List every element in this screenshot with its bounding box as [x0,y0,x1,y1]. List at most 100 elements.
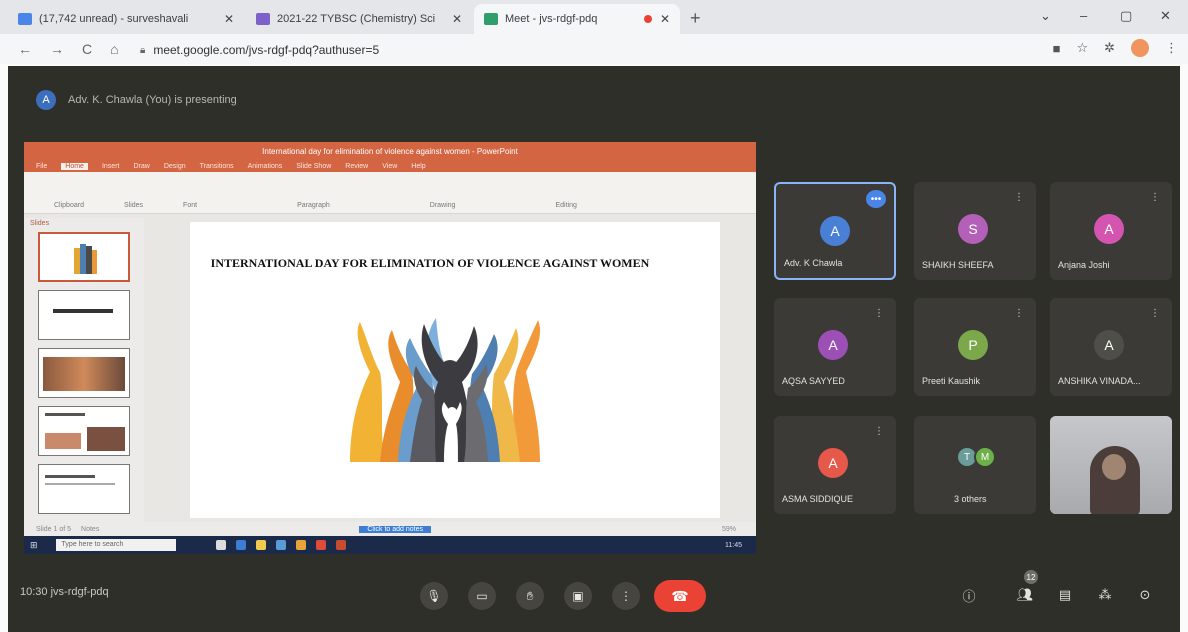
menu-item[interactable]: Transitions [200,163,234,170]
menu-item[interactable]: File [36,163,47,170]
tile-menu-icon[interactable]: ⋮ [1014,192,1024,203]
taskbar-search[interactable]: Type here to search [55,539,176,551]
back-icon[interactable]: ← [18,41,32,57]
powerpoint-icon[interactable] [335,540,346,550]
profile-avatar[interactable] [1131,39,1149,57]
tab-title: (17,742 unread) - surveshavali [39,13,189,25]
present-button[interactable]: ▣ [564,582,592,610]
app-icon[interactable] [295,540,306,550]
chrome-icon[interactable] [315,540,326,550]
menu-item[interactable]: Insert [102,163,120,170]
home-icon[interactable]: ⌂ [110,41,118,57]
star-icon[interactable]: ☆ [1076,40,1088,56]
taskview-icon[interactable] [215,540,226,550]
forward-icon[interactable]: → [50,41,64,57]
slide-thumb[interactable] [38,290,130,340]
participant-tile[interactable]: ⋮ A ASMA SIDDIQUE [774,416,896,514]
more-options-badge[interactable]: ••• [866,190,886,208]
camera-button[interactable]: ▭ [468,582,496,610]
ppt-status-bar: Slide 1 of 5 Notes Click to add notes 59… [24,522,756,536]
camera-icon: ▭ [476,589,488,603]
chat-button[interactable]: ▤ [1054,584,1076,606]
lock-person-icon: ⊙ [1139,587,1151,602]
tab-classroom[interactable]: 2021-22 TYBSC (Chemistry) Sci ✕ [246,4,472,34]
more-menu-icon[interactable]: ⋮ [1165,40,1178,56]
tile-menu-icon[interactable]: ⋮ [1014,308,1024,319]
others-tile[interactable]: T M 3 others [914,416,1036,514]
hand-icon: ✋︎ [526,588,534,603]
store-icon[interactable] [275,540,286,550]
camera-indicator-icon[interactable]: ■ [1053,41,1061,56]
avatar: A [1094,214,1124,244]
self-video-tile[interactable] [1050,416,1172,514]
ppt-title-bar: International day for elimination of vio… [24,142,756,160]
end-call-button[interactable]: ☎︎ [654,580,706,612]
address-bar: ← → C ⌂ 🔒︎ meet.google.com/jvs-rdgf-pdq?… [0,34,1188,64]
new-tab-button[interactable]: + [690,8,701,29]
microphone-icon: 🎙︎ [426,589,442,603]
participant-name: AQSA SAYYED [782,376,845,386]
edge-icon[interactable] [235,540,246,550]
notes-label[interactable]: Notes [81,526,99,533]
shared-screen[interactable]: International day for elimination of vio… [24,142,756,554]
taskbar-clock: 11:45 [725,541,742,549]
notes-placeholder[interactable]: Click to add notes [359,525,431,533]
meet-stage: A Adv. K. Chawla (You) is presenting Int… [8,66,1180,632]
avatar: A [820,216,850,246]
tab-meet[interactable]: Meet - jvs-rdgf-pdq ✕ [474,4,680,34]
close-tab-icon[interactable]: ✕ [660,12,670,26]
slide-thumb[interactable] [38,232,130,282]
menu-item[interactable]: Animations [248,163,283,170]
maximize-button[interactable]: ▢ [1120,8,1132,24]
folder-icon[interactable] [255,540,266,550]
participant-tile[interactable]: ⋮ A ANSHIKA VINADA... [1050,298,1172,396]
close-tab-icon[interactable]: ✕ [452,12,462,26]
slide-thumb[interactable] [38,406,130,456]
microphone-button[interactable]: 🎙︎ [420,582,448,610]
current-slide: INTERNATIONAL DAY FOR ELIMINATION OF VIO… [190,222,720,518]
ribbon-group: Clipboard [54,202,84,209]
participant-tile[interactable]: ⋮ P Preeti Kaushik [914,298,1036,396]
slide-thumb[interactable] [38,464,130,514]
menu-item[interactable]: Help [411,163,425,170]
tab-gmail[interactable]: (17,742 unread) - surveshavali ✕ [8,4,244,34]
tile-menu-icon[interactable]: ⋮ [874,308,884,319]
participant-name: ASMA SIDDIQUE [782,494,854,504]
minimize-button[interactable]: – [1080,8,1087,23]
menu-item[interactable]: View [382,163,397,170]
activities-button[interactable]: ⁂ [1094,584,1116,606]
ppt-menu-bar: File Home Insert Draw Design Transitions… [24,160,756,172]
participant-count-badge: 12 [1024,570,1038,584]
participant-tile[interactable]: ⋮ S SHAIKH SHEEFA [914,182,1036,280]
tile-menu-icon[interactable]: ⋮ [874,426,884,437]
extensions-icon[interactable]: ✲ [1104,40,1115,56]
more-options-button[interactable]: ⋮ [612,582,640,610]
tile-menu-icon[interactable]: ⋮ [1150,192,1160,203]
zoom-level[interactable]: 59% [722,526,736,533]
presenter-label: Adv. K. Chawla (You) is presenting [68,94,237,106]
menu-item[interactable]: Home [61,162,88,170]
meeting-details-button[interactable]: ⓘ [958,584,980,606]
close-window-button[interactable]: ✕ [1160,8,1171,24]
participant-tile[interactable]: ⋮ A Anjana Joshi [1050,182,1172,280]
chevron-down-icon[interactable]: ⌄ [1040,8,1051,24]
slide-thumbnails: Slides [24,218,144,522]
raise-hand-button[interactable]: ✋︎ [516,582,544,610]
menu-item[interactable]: Draw [133,163,149,170]
participant-name: ANSHIKA VINADA... [1058,376,1141,386]
participant-tile[interactable]: ••• A Adv. K Chawla [774,182,896,280]
menu-item[interactable]: Design [164,163,186,170]
avatar: P [958,330,988,360]
menu-item[interactable]: Slide Show [296,163,331,170]
host-controls-button[interactable]: ⊙ [1134,584,1156,606]
tile-menu-icon[interactable]: ⋮ [1150,308,1160,319]
avatar: A [1094,330,1124,360]
close-tab-icon[interactable]: ✕ [224,12,234,26]
windows-start-icon[interactable]: ⊞ [30,540,38,551]
slide-thumb[interactable] [38,348,130,398]
participant-tile[interactable]: ⋮ A AQSA SAYYED [774,298,896,396]
reload-icon[interactable]: C [82,41,92,57]
url-field[interactable]: 🔒︎ meet.google.com/jvs-rdgf-pdq?authuser… [140,40,700,60]
people-button[interactable]: 👥︎ [1014,584,1036,606]
menu-item[interactable]: Review [345,163,368,170]
